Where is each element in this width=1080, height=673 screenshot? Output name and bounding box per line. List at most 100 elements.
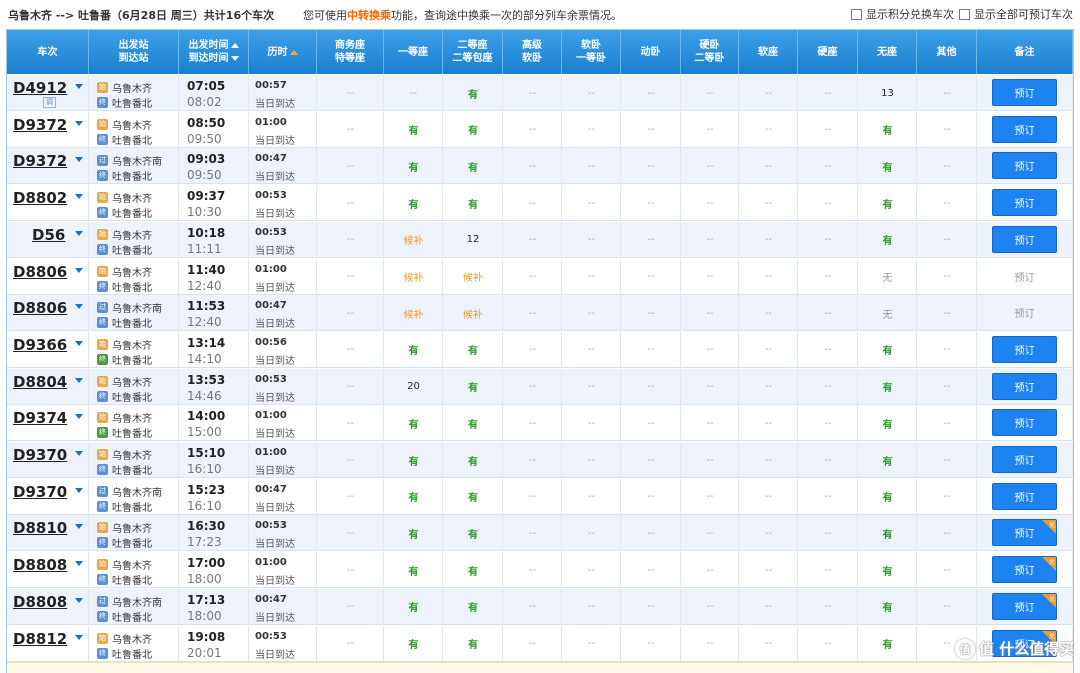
second-class-availability: 有 <box>468 566 478 578</box>
transfer-hint: 您可使用中转换乘功能，查询途中换乘一次的部分列车余票情况。 <box>303 9 622 22</box>
col-standing-header: 无座 <box>858 30 917 74</box>
chevron-down-icon[interactable] <box>75 194 83 200</box>
book-button[interactable]: 预订 <box>992 372 1057 400</box>
chevron-down-icon[interactable] <box>75 267 83 273</box>
book-button[interactable]: 预订 <box>992 79 1057 106</box>
chevron-down-icon[interactable] <box>75 377 83 383</box>
chevron-down-icon[interactable] <box>75 304 83 310</box>
points-exchange-checkbox[interactable] <box>851 8 862 20</box>
book-button[interactable]: 预订 兑 <box>992 556 1057 584</box>
train-number-link[interactable]: D8812 <box>13 630 67 648</box>
train-number-link[interactable]: D9370 <box>13 483 67 501</box>
arrival-day: 当日到达 <box>255 539 295 551</box>
train-number-link[interactable]: D56 <box>32 226 65 244</box>
book-button[interactable]: 预订 <box>992 152 1057 180</box>
departure-time: 09:03 <box>187 152 226 167</box>
chevron-down-icon[interactable] <box>75 120 83 126</box>
other-availability: -- <box>943 417 951 429</box>
departure-station-name: 乌鲁木齐 <box>112 84 152 95</box>
soft-seat-availability: -- <box>764 454 773 466</box>
train-number-link[interactable]: D9372 <box>13 152 67 170</box>
other-availability: -- <box>943 160 951 172</box>
emu-sleeper-availability: -- <box>647 87 655 99</box>
arrival-day: 当日到达 <box>255 209 295 221</box>
book-button[interactable]: 预订 <box>992 335 1057 363</box>
train-number-link[interactable]: D4912 <box>13 79 67 97</box>
book-button[interactable]: 预订 兑 <box>992 519 1057 547</box>
duration: 00:53 <box>255 190 287 202</box>
train-number-link[interactable]: D8810 <box>13 519 67 537</box>
emu-sleeper-availability: -- <box>647 527 655 539</box>
chevron-down-icon[interactable] <box>75 451 83 456</box>
train-number-link[interactable]: D9366 <box>13 336 67 354</box>
train-number-link[interactable]: D9370 <box>13 446 67 464</box>
standing-availability: 有 <box>882 236 893 248</box>
book-button-label: 预订 <box>1014 566 1035 578</box>
station-pass-icon: 过 <box>97 485 108 497</box>
sort-asc-icon[interactable] <box>289 49 298 55</box>
business-availability: -- <box>346 454 355 466</box>
col-times-header[interactable]: 出发时间 到达时间 <box>179 30 249 74</box>
train-number-link[interactable]: D8804 <box>13 373 67 391</box>
train-number-link[interactable]: D8802 <box>13 189 67 207</box>
first-class-availability[interactable]: 候补 <box>384 295 443 331</box>
book-button[interactable]: 预订 兑 <box>992 592 1057 620</box>
duration: 00:56 <box>255 336 287 348</box>
train-row: D9372 始乌鲁木齐终吐鲁番北 08:50 09:50 01:00 当日到达 -- 有 有 --… <box>7 111 1073 148</box>
arrival-station: 终吐鲁番北 <box>97 279 152 294</box>
departure-station-name: 乌鲁木齐 <box>112 267 152 279</box>
duration: 01:00 <box>255 263 287 275</box>
book-button[interactable]: 预订 <box>992 189 1057 217</box>
soft-seat-availability: -- <box>764 307 773 319</box>
train-number-link[interactable]: D8806 <box>13 299 67 317</box>
first-class-availability[interactable]: 候补 <box>384 259 443 295</box>
book-button[interactable]: 预订 <box>992 446 1057 473</box>
train-row: D8810 始乌鲁木齐终吐鲁番北 16:30 17:23 00:53 当日到达 -- 有 有 --… <box>7 515 1073 552</box>
col-duration-header[interactable]: 历时 <box>249 30 317 74</box>
bookable-only-checkbox[interactable] <box>959 8 970 20</box>
chevron-down-icon[interactable] <box>75 561 83 567</box>
chevron-down-icon[interactable] <box>75 597 83 603</box>
bookable-only-option[interactable]: 显示全部可预订车次 <box>959 6 1073 22</box>
departure-time: 17:13 <box>187 592 226 607</box>
duration: 00:53 <box>255 520 287 532</box>
arrival-time: 08:02 <box>187 95 222 109</box>
chevron-down-icon[interactable] <box>75 230 83 236</box>
second-class-availability[interactable]: 候补 <box>443 259 503 295</box>
second-class-availability[interactable]: 候补 <box>443 295 503 331</box>
soft-seat-availability: -- <box>764 124 773 136</box>
departure-time: 15:23 <box>187 482 226 497</box>
business-availability: -- <box>346 197 355 209</box>
train-number-link[interactable]: D8808 <box>13 593 67 611</box>
hard-seat-availability: -- <box>824 527 832 539</box>
chevron-down-icon[interactable] <box>75 340 83 346</box>
station-start-icon: 始 <box>97 82 108 93</box>
train-number-link[interactable]: D8806 <box>13 263 67 281</box>
book-button[interactable]: 预订 <box>992 225 1057 253</box>
chevron-down-icon[interactable] <box>75 634 83 640</box>
chevron-down-icon[interactable] <box>75 414 83 420</box>
watermark-logo: 值 <box>955 638 975 659</box>
arrival-station-name: 吐鲁番北 <box>112 319 152 331</box>
book-button[interactable]: 预订 <box>992 115 1057 143</box>
sort-desc-icon[interactable] <box>230 55 239 61</box>
chevron-down-icon[interactable] <box>75 487 83 493</box>
first-class-availability[interactable]: 候补 <box>384 222 443 258</box>
train-number-link[interactable]: D9374 <box>13 409 67 427</box>
book-button[interactable]: 预订 <box>992 409 1057 437</box>
chevron-down-icon[interactable] <box>75 84 83 89</box>
sort-asc-icon[interactable] <box>230 42 239 48</box>
second-class-availability: 有 <box>468 383 478 395</box>
book-button[interactable]: 预订 <box>992 482 1057 510</box>
points-exchange-option[interactable]: 显示积分兑换车次 <box>851 6 954 22</box>
transfer-link[interactable]: 中转换乘 <box>347 9 391 22</box>
chevron-down-icon[interactable] <box>75 524 83 530</box>
arrival-station: 终吐鲁番北 <box>97 425 152 440</box>
train-number-link[interactable]: D8808 <box>13 556 67 574</box>
departure-time: 11:53 <box>187 299 226 314</box>
other-availability: -- <box>943 491 951 503</box>
chevron-down-icon[interactable] <box>75 157 83 163</box>
arrival-day: 当日到达 <box>255 172 295 184</box>
train-number-link[interactable]: D9372 <box>13 116 67 134</box>
book-button: 预订 <box>992 299 1057 326</box>
